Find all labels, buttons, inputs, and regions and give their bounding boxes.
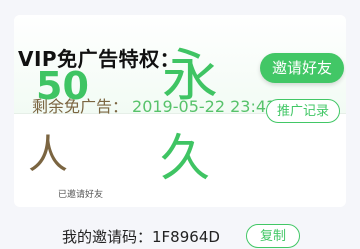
promotion-record-button[interactable]: 推广记录 — [266, 99, 340, 123]
big-permanent-char-2: 久 — [160, 129, 210, 187]
big-people-char: 人 — [28, 132, 68, 178]
invite-friends-button[interactable]: 邀请好友 — [260, 53, 344, 83]
big-permanent-char-1: 永 — [162, 44, 218, 109]
invited-friends-label: 已邀请好友 — [58, 190, 104, 200]
invite-code-value: 1F8964D — [152, 228, 220, 246]
big-count-text: 50 — [36, 64, 89, 108]
invite-code-label: 我的邀请码： — [62, 228, 153, 246]
invite-code-row: 我的邀请码：1F8964D — [62, 226, 220, 247]
copy-button[interactable]: 复制 — [246, 224, 300, 248]
vip-card: VIP免广告特权： 剩余免广告： 2019-05-22 23:43:20 邀请好友… — [14, 15, 346, 207]
